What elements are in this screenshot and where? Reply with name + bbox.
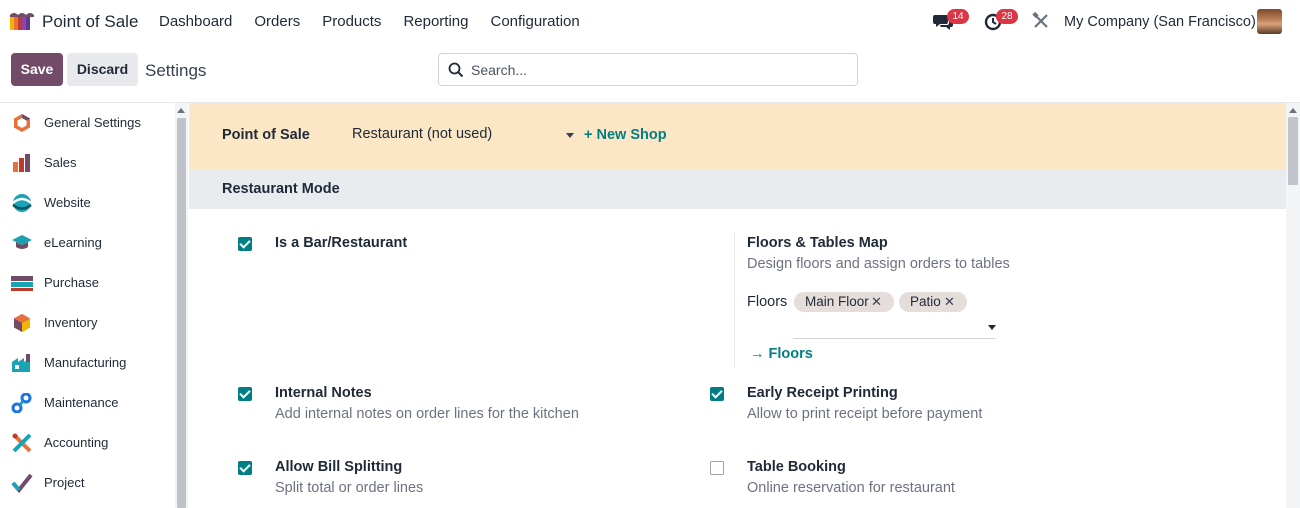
shop-selector-bar: Point of Sale Restaurant (not used) + Ne…	[189, 103, 1286, 169]
sidebar-item-label: Maintenance	[44, 395, 119, 410]
arrow-right-icon: →	[750, 346, 769, 362]
bar-restaurant-checkbox[interactable]	[238, 237, 252, 251]
floor-tag: Main Floor ✕	[794, 292, 894, 312]
menu-products[interactable]: Products	[322, 13, 381, 30]
option-description: Online reservation for restaurant	[747, 480, 955, 496]
early-receipt-checkbox[interactable]	[710, 387, 724, 401]
floor-tag: Patio ✕	[899, 292, 967, 312]
messages-badge: 14	[947, 9, 969, 24]
section-header: Restaurant Mode	[189, 169, 1286, 209]
sidebar-item-label: Inventory	[44, 315, 98, 330]
accounting-icon	[12, 433, 32, 453]
menu-dashboard[interactable]: Dashboard	[159, 13, 232, 30]
discard-button[interactable]: Discard	[67, 53, 138, 86]
floor-tag-label: Main Floor	[805, 294, 869, 309]
sidebar-item-maintenance[interactable]: Maintenance	[0, 383, 175, 423]
option-description: Add internal notes on order lines for th…	[275, 406, 579, 422]
option-description: Split total or order lines	[275, 480, 424, 496]
shop-select[interactable]: Restaurant (not used)	[352, 126, 574, 148]
company-switcher[interactable]: My Company (San Francisco)	[1064, 14, 1256, 30]
floor-tag-label: Patio	[910, 294, 941, 309]
sidebar-scroll-thumb[interactable]	[177, 118, 186, 508]
option-title: Is a Bar/Restaurant	[275, 235, 408, 251]
sidebar-item-sales[interactable]: Sales	[0, 143, 175, 183]
user-avatar[interactable]	[1257, 9, 1282, 34]
remove-tag-icon[interactable]: ✕	[871, 292, 882, 312]
manufacturing-icon	[12, 354, 30, 372]
project-icon	[11, 473, 33, 493]
debug-tools-icon[interactable]	[1032, 12, 1050, 30]
sidebar-item-label: eLearning	[44, 235, 102, 250]
sidebar-item-purchase[interactable]: Purchase	[0, 263, 175, 303]
search-input[interactable]	[471, 54, 851, 85]
option-title: Internal Notes	[275, 385, 372, 401]
shop-label: Point of Sale	[222, 127, 310, 143]
menu-orders[interactable]: Orders	[254, 13, 300, 30]
sales-icon	[13, 154, 30, 172]
sidebar-item-label: Project	[44, 475, 85, 490]
sidebar-item-elearning[interactable]: eLearning	[0, 223, 175, 263]
sidebar-item-general-settings[interactable]: General Settings	[0, 103, 175, 143]
divider	[734, 233, 735, 367]
internal-notes-checkbox[interactable]	[238, 387, 252, 401]
sidebar-item-label: General Settings	[44, 115, 141, 130]
main-menu: Dashboard Orders Products Reporting Conf…	[159, 13, 602, 30]
sidebar-item-manufacturing[interactable]: Manufacturing	[0, 343, 175, 383]
remove-tag-icon[interactable]: ✕	[944, 292, 955, 312]
sidebar-item-accounting[interactable]: Accounting	[0, 423, 175, 463]
sidebar-item-label: Sales	[44, 155, 77, 170]
menu-configuration[interactable]: Configuration	[490, 13, 579, 30]
chevron-down-icon[interactable]	[566, 133, 574, 138]
floors-input[interactable]	[793, 338, 996, 339]
chevron-down-icon[interactable]	[988, 325, 996, 330]
floors-label: Floors	[747, 294, 788, 310]
option-title: Table Booking	[747, 459, 846, 475]
activities-badge: 28	[996, 9, 1018, 24]
option-title: Floors & Tables Map	[747, 235, 888, 251]
inventory-icon	[14, 314, 30, 332]
sidebar-item-label: Manufacturing	[44, 355, 127, 370]
save-button[interactable]: Save	[11, 53, 63, 86]
purchase-icon	[11, 276, 33, 291]
search-icon	[448, 62, 464, 78]
top-navbar: Point of Sale Dashboard Orders Products …	[0, 0, 1300, 44]
main-scroll-thumb[interactable]	[1288, 117, 1298, 185]
scroll-up-arrow-icon[interactable]	[1289, 108, 1297, 113]
search-box[interactable]	[438, 53, 858, 86]
sidebar-item-website[interactable]: Website	[0, 183, 175, 223]
sidebar-item-label: Website	[44, 195, 91, 210]
app-name[interactable]: Point of Sale	[42, 12, 138, 32]
new-shop-button[interactable]: + New Shop	[584, 127, 667, 143]
option-title: Early Receipt Printing	[747, 385, 898, 401]
settings-content: Point of Sale Restaurant (not used) + Ne…	[189, 103, 1286, 508]
elearning-icon	[12, 235, 32, 249]
settings-sidebar: General Settings Sales Website eLearning…	[0, 103, 175, 508]
menu-reporting[interactable]: Reporting	[403, 13, 468, 30]
sidebar-item-label: Accounting	[44, 435, 109, 450]
bill-splitting-checkbox[interactable]	[238, 461, 252, 475]
point-of-sale-app-icon[interactable]	[9, 11, 35, 31]
option-description: Design floors and assign orders to table…	[747, 256, 1010, 272]
sidebar-item-label: Purchase	[44, 275, 99, 290]
page-title: Settings	[145, 61, 207, 80]
floors-link[interactable]: → Floors	[750, 346, 813, 362]
maintenance-icon	[11, 393, 32, 413]
section-title: Restaurant Mode	[222, 181, 340, 197]
scroll-up-arrow-icon[interactable]	[177, 108, 185, 113]
website-icon	[12, 194, 32, 212]
general-settings-icon	[14, 114, 30, 132]
sidebar-item-project[interactable]: Project	[0, 463, 175, 503]
table-booking-checkbox[interactable]	[710, 461, 724, 475]
floors-link-label: Floors	[768, 346, 813, 362]
option-description: Allow to print receipt before payment	[747, 406, 983, 422]
sidebar-item-inventory[interactable]: Inventory	[0, 303, 175, 343]
option-title: Allow Bill Splitting	[275, 459, 403, 475]
